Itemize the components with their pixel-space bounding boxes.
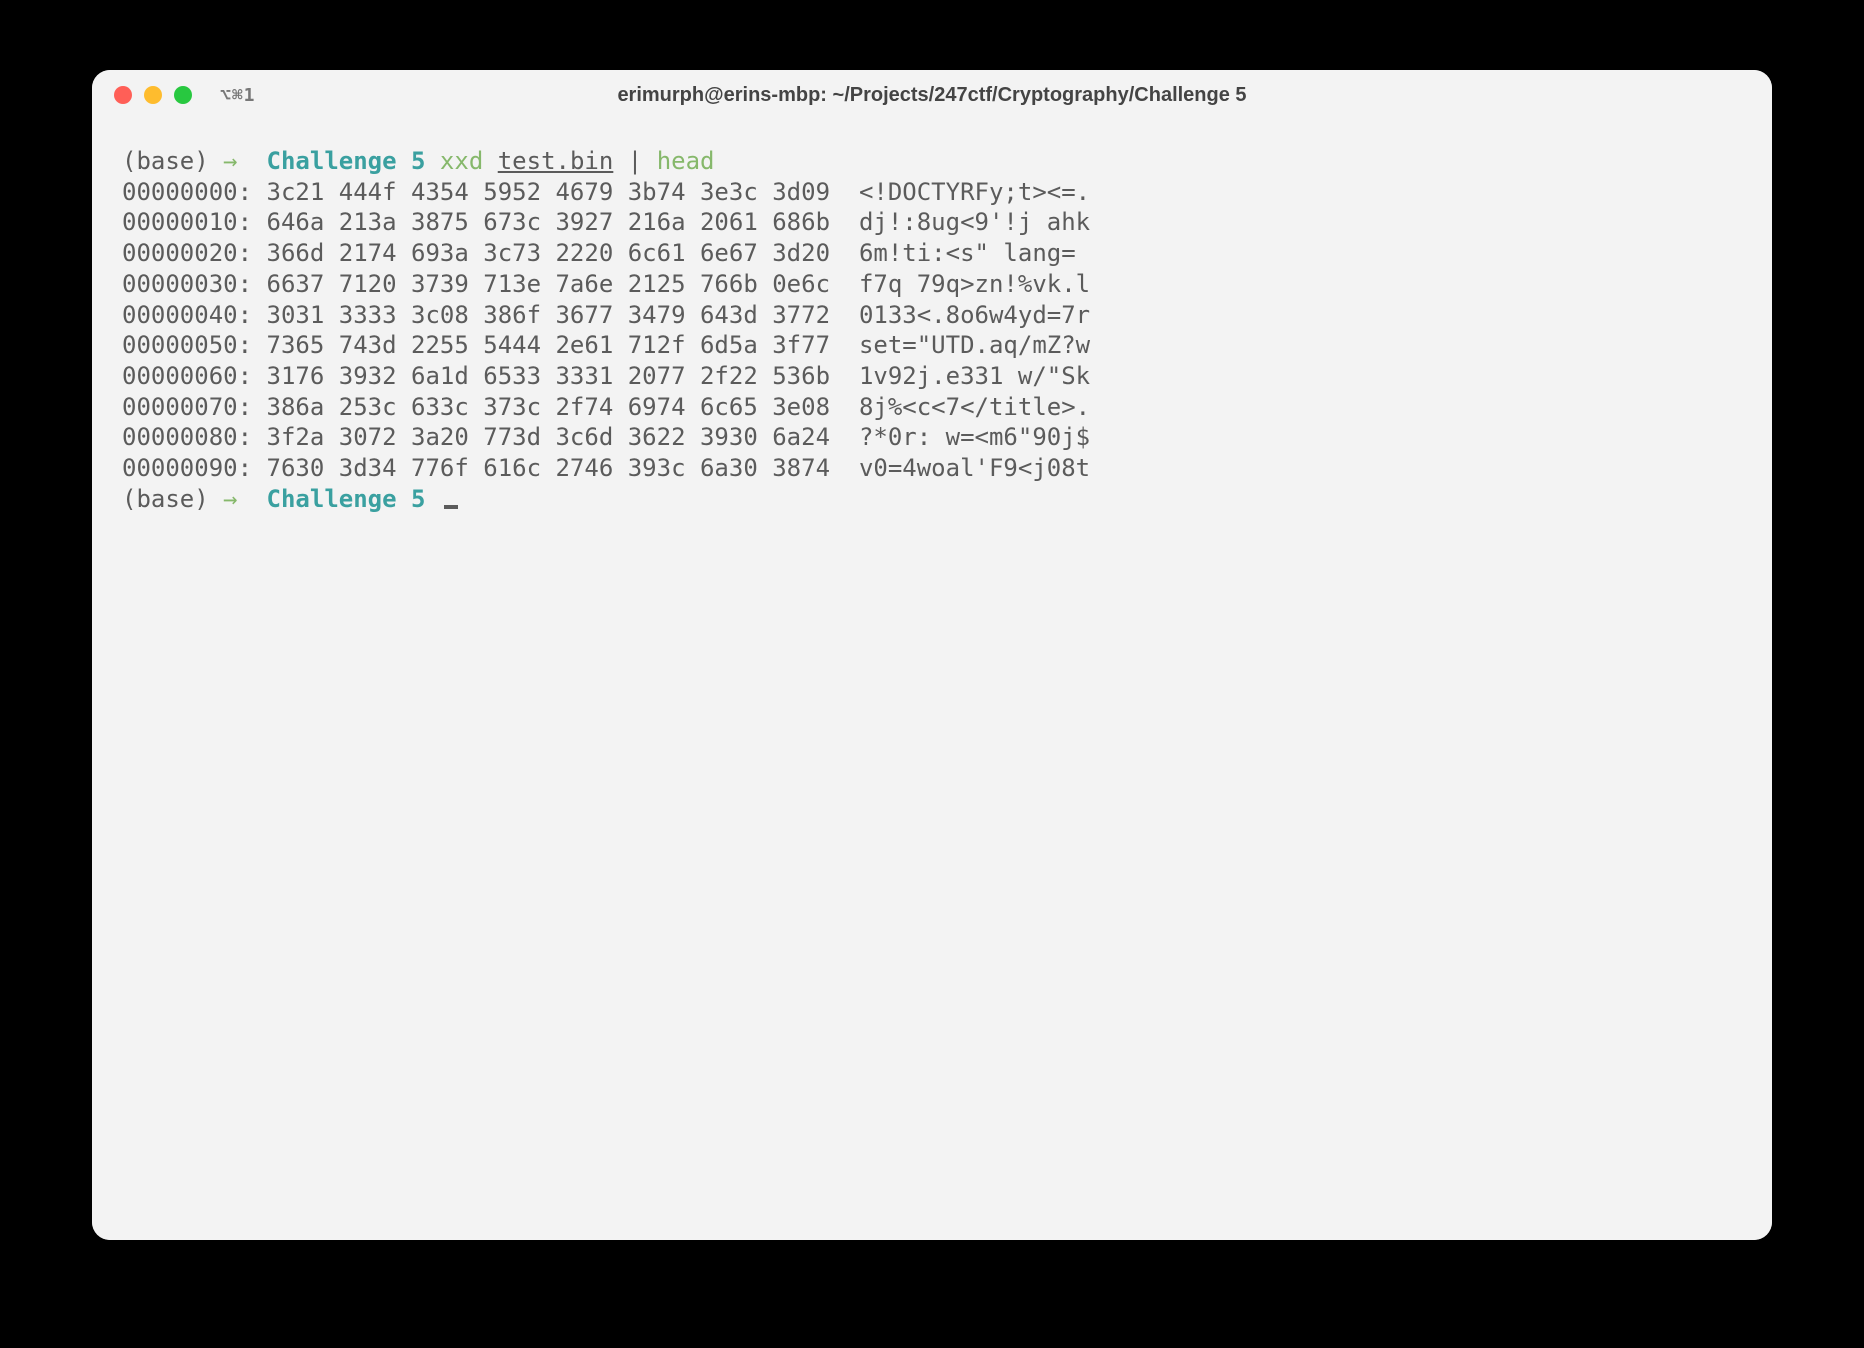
command-argument: test.bin (498, 147, 614, 175)
hex-bytes: 3c21 444f 4354 5952 4679 3b74 3e3c 3d09 (267, 178, 831, 206)
tab-shortcut-indicator: ⌥⌘1 (220, 85, 256, 106)
pipe-operator: | (628, 147, 642, 175)
hex-ascii: set="UTD.aq/mZ?w (859, 331, 1090, 359)
hex-ascii: ?*0r: w=<m6"90j$ (859, 423, 1090, 451)
hex-bytes: 646a 213a 3875 673c 3927 216a 2061 686b (267, 208, 831, 236)
close-button[interactable] (114, 86, 132, 104)
hex-ascii: 6m!ti:<s" lang= (859, 239, 1090, 267)
hex-ascii: dj!:8ug<9'!j ahk (859, 208, 1090, 236)
hex-bytes: 3031 3333 3c08 386f 3677 3479 643d 3772 (267, 301, 831, 329)
hex-bytes: 7365 743d 2255 5444 2e61 712f 6d5a 3f77 (267, 331, 831, 359)
hex-bytes: 7630 3d34 776f 616c 2746 393c 6a30 3874 (267, 454, 831, 482)
hex-offset: 00000000: (122, 178, 252, 206)
window-title: erimurph@erins-mbp: ~/Projects/247ctf/Cr… (92, 84, 1772, 107)
prompt-cwd: Challenge 5 (267, 147, 426, 175)
hex-bytes: 6637 7120 3739 713e 7a6e 2125 766b 0e6c (267, 270, 831, 298)
hex-ascii: <!DOCTYRFy;t><=. (859, 178, 1090, 206)
traffic-lights (114, 86, 192, 104)
hex-ascii: f7q 79q>zn!%vk.l (859, 270, 1090, 298)
command-executable: xxd (440, 147, 483, 175)
prompt-arrow-icon: → (223, 147, 237, 175)
prompt-env: (base) (122, 485, 209, 513)
hex-ascii: 0133<.8o6w4yd=7r (859, 301, 1090, 329)
minimize-button[interactable] (144, 86, 162, 104)
prompt-cwd: Challenge 5 (267, 485, 426, 513)
maximize-button[interactable] (174, 86, 192, 104)
hex-offset: 00000070: (122, 393, 252, 421)
prompt-arrow-icon: → (223, 485, 237, 513)
hex-bytes: 386a 253c 633c 373c 2f74 6974 6c65 3e08 (267, 393, 831, 421)
hex-ascii: 1v92j.e331 w/"Sk (859, 362, 1090, 390)
hex-ascii: v0=4woal'F9<j08t (859, 454, 1090, 482)
cursor-icon (444, 505, 458, 509)
terminal-output[interactable]: (base) → Challenge 5 xxd test.bin | head… (92, 120, 1772, 1240)
hex-ascii: 8j%<c<7</title>. (859, 393, 1090, 421)
window-titlebar: ⌥⌘1 erimurph@erins-mbp: ~/Projects/247ct… (92, 70, 1772, 120)
terminal-window: ⌥⌘1 erimurph@erins-mbp: ~/Projects/247ct… (92, 70, 1772, 1240)
command-executable: head (657, 147, 715, 175)
hex-offset: 00000050: (122, 331, 252, 359)
hex-offset: 00000040: (122, 301, 252, 329)
hex-offset: 00000090: (122, 454, 252, 482)
prompt-env: (base) (122, 147, 209, 175)
hex-offset: 00000080: (122, 423, 252, 451)
hex-offset: 00000030: (122, 270, 252, 298)
hex-bytes: 3176 3932 6a1d 6533 3331 2077 2f22 536b (267, 362, 831, 390)
hex-offset: 00000020: (122, 239, 252, 267)
hex-offset: 00000010: (122, 208, 252, 236)
hex-offset: 00000060: (122, 362, 252, 390)
hex-bytes: 366d 2174 693a 3c73 2220 6c61 6e67 3d20 (267, 239, 831, 267)
hex-bytes: 3f2a 3072 3a20 773d 3c6d 3622 3930 6a24 (267, 423, 831, 451)
